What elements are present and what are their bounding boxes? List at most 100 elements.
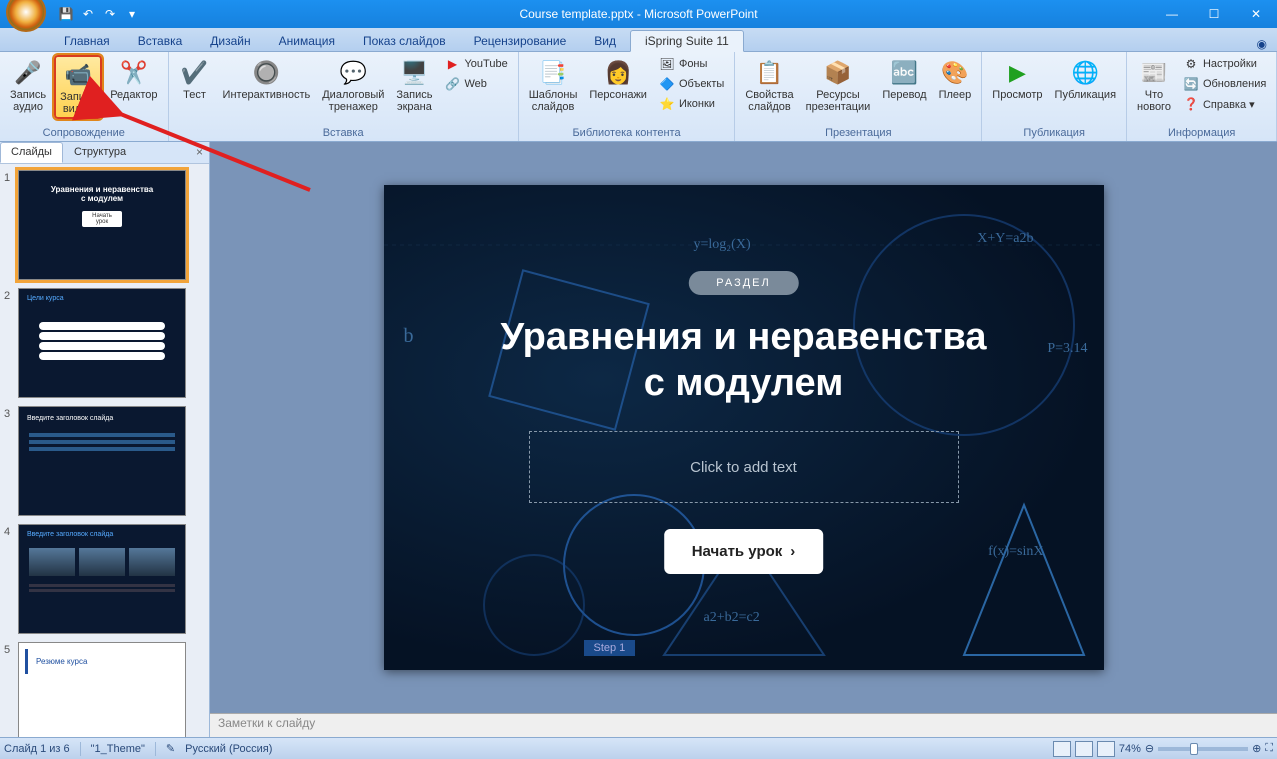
help-icon[interactable]: ◉ — [1257, 37, 1267, 51]
ribbon-button[interactable]: 📦Ресурсы презентации — [802, 55, 875, 115]
ribbon-small-button[interactable]: 🔷Объекты — [655, 75, 728, 93]
fit-window-button[interactable]: ⛶ — [1265, 742, 1273, 755]
zoom-in-button[interactable]: ⊕ — [1252, 742, 1261, 755]
ribbon-button[interactable]: 🎨Плеер — [935, 55, 976, 103]
zoom-level[interactable]: 74% — [1119, 743, 1141, 755]
tab-review[interactable]: Рецензирование — [460, 31, 581, 51]
language-status[interactable]: Русский (Россия) — [185, 743, 272, 755]
small-icon: ⭐ — [659, 96, 675, 112]
redo-icon[interactable]: ↷ — [102, 6, 118, 22]
ribbon-icon: 📑 — [537, 57, 569, 89]
ribbon-small-button[interactable]: ⭐Иконки — [655, 95, 728, 113]
ribbon-small-button[interactable]: 🖼Фоны — [655, 55, 728, 73]
slide-thumb-3[interactable]: Введите заголовок слайда — [18, 406, 186, 516]
ribbon-icon: 📋 — [753, 57, 785, 89]
thumb-button: Начать урок — [82, 211, 122, 227]
office-button[interactable] — [6, 0, 46, 32]
zoom-out-button[interactable]: ⊖ — [1145, 742, 1154, 755]
normal-view-button[interactable] — [1053, 741, 1071, 757]
ribbon-label: Перевод — [882, 89, 926, 101]
thumb-number: 1 — [4, 170, 18, 280]
ribbon-button[interactable]: 📋Свойства слайдов — [741, 55, 797, 115]
slide-thumb-2[interactable]: Цели курса — [18, 288, 186, 398]
ribbon-button[interactable]: 🌐Публикация — [1051, 55, 1120, 103]
ribbon-label: Тест — [183, 89, 206, 101]
ribbon-button[interactable]: 🖥️Запись экрана — [392, 55, 436, 115]
math-text: a2+b2=c2 — [704, 610, 760, 626]
ribbon-button[interactable]: 📹Запись видео — [54, 55, 102, 119]
save-icon[interactable]: 💾 — [58, 6, 74, 22]
ribbon-label: Просмотр — [992, 89, 1042, 101]
tab-slideshow[interactable]: Показ слайдов — [349, 31, 460, 51]
ribbon-small-button[interactable]: ❓Справка ▾ — [1179, 95, 1270, 113]
slide-thumb-5[interactable]: Резюме курса — [18, 642, 186, 737]
small-icon: 🔄 — [1183, 76, 1199, 92]
ribbon-group: 📑Шаблоны слайдов👩Персонажи🖼Фоны 🔷Объекты ⭐… — [519, 52, 736, 141]
tab-design[interactable]: Дизайн — [196, 31, 264, 51]
panel-tab-outline[interactable]: Структура — [63, 142, 137, 163]
step-label: Step 1 — [584, 640, 636, 656]
group-label: Публикация — [1023, 126, 1084, 140]
notes-pane[interactable]: Заметки к слайду — [210, 713, 1277, 737]
undo-icon[interactable]: ↶ — [80, 6, 96, 22]
window-title: Course template.pptx - Microsoft PowerPo… — [519, 7, 757, 21]
ribbon-button[interactable]: 🔘Интерактивность — [219, 55, 315, 103]
chevron-right-icon: › — [790, 543, 795, 560]
ribbon-label: Интерактивность — [223, 89, 311, 101]
spellcheck-icon[interactable]: ✎ — [166, 742, 175, 755]
zoom-slider[interactable] — [1158, 747, 1248, 751]
small-icon: 🖼 — [659, 56, 675, 72]
start-lesson-button[interactable]: Начать урок› — [664, 529, 824, 574]
slide-thumb-4[interactable]: Введите заголовок слайда — [18, 524, 186, 634]
ribbon-icon: 👩 — [602, 57, 634, 89]
theme-name: "1_Theme" — [91, 743, 145, 755]
slide-canvas[interactable]: y=log₂(X) X+Y=a2b P=3.14 a2+b2=c2 f(x)=s… — [384, 185, 1104, 670]
minimize-button[interactable]: — — [1151, 0, 1193, 28]
tab-ispring[interactable]: iSpring Suite 11 — [630, 30, 744, 52]
ribbon-button[interactable]: 🎤Запись аудио — [6, 55, 50, 115]
ribbon-button[interactable]: 📰Что нового — [1133, 55, 1175, 115]
tab-home[interactable]: Главная — [50, 31, 124, 51]
maximize-button[interactable]: ☐ — [1193, 0, 1235, 28]
slide-thumb-1[interactable]: Уравнения и неравенства с модулем Начать… — [18, 170, 186, 280]
ribbon-label: Запись экрана — [396, 89, 432, 113]
qat-dropdown-icon[interactable]: ▾ — [124, 6, 140, 22]
tab-animation[interactable]: Анимация — [265, 31, 349, 51]
tab-view[interactable]: Вид — [580, 31, 630, 51]
ribbon-button[interactable]: ✂️Редактор — [106, 55, 161, 103]
tab-insert[interactable]: Вставка — [124, 31, 197, 51]
title-bar: 💾 ↶ ↷ ▾ Course template.pptx - Microsoft… — [0, 0, 1277, 28]
ribbon-icon: ✂️ — [118, 57, 150, 89]
ribbon-small-button[interactable]: 🔄Обновления — [1179, 75, 1270, 93]
ribbon-icon: 🔤 — [888, 57, 920, 89]
slides-panel: Слайды Структура × 1 Уравнения и неравен… — [0, 142, 210, 737]
slideshow-view-button[interactable] — [1097, 741, 1115, 757]
ribbon-label: Свойства слайдов — [745, 89, 793, 113]
quick-access-toolbar: 💾 ↶ ↷ ▾ — [50, 6, 140, 22]
math-text: y=log₂(X) — [694, 237, 751, 253]
ribbon-group: ✔️Тест🔘Интерактивность💬Диалоговый тренаж… — [169, 52, 519, 141]
ribbon-small-button[interactable]: 🔗Web — [440, 75, 511, 93]
panel-close-icon[interactable]: × — [190, 142, 209, 163]
subtitle-placeholder[interactable]: Click to add text — [529, 431, 959, 503]
sorter-view-button[interactable] — [1075, 741, 1093, 757]
ribbon-icon: 💬 — [337, 57, 369, 89]
group-label: Библиотека контента — [572, 126, 680, 140]
ribbon-icon: 📰 — [1138, 57, 1170, 89]
slide-title[interactable]: Уравнения и неравенства с модулем — [384, 315, 1104, 406]
ribbon-small-button[interactable]: ⚙Настройки — [1179, 55, 1270, 73]
slide-editor: y=log₂(X) X+Y=a2b P=3.14 a2+b2=c2 f(x)=s… — [210, 142, 1277, 737]
ribbon-button[interactable]: ✔️Тест — [175, 55, 215, 103]
ribbon-button[interactable]: 🔤Перевод — [878, 55, 930, 103]
ribbon-small-button[interactable]: ▶YouTube — [440, 55, 511, 73]
small-icon: 🔗 — [444, 76, 460, 92]
ribbon-label: Ресурсы презентации — [806, 89, 871, 113]
ribbon-button[interactable]: 📑Шаблоны слайдов — [525, 55, 582, 115]
ribbon-button[interactable]: 💬Диалоговый тренажер — [318, 55, 388, 115]
ribbon-button[interactable]: 👩Персонажи — [585, 55, 651, 103]
close-button[interactable]: ✕ — [1235, 0, 1277, 28]
ribbon-group: ▶Просмотр🌐Публикация Публикация — [982, 52, 1127, 141]
ribbon-button[interactable]: ▶Просмотр — [988, 55, 1046, 103]
ribbon-label: Что нового — [1137, 89, 1171, 113]
panel-tab-slides[interactable]: Слайды — [0, 142, 63, 163]
